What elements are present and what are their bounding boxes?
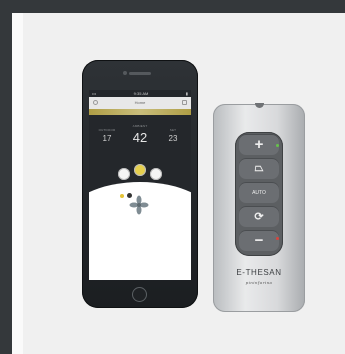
remote-keypad: + ⏢ AUTO ⟳ − [235,132,283,256]
fan-icon [129,195,149,215]
temp-value: 17 [102,134,112,143]
temp-label: SET [169,128,177,132]
remote-control: + ⏢ AUTO ⟳ − E-THESAN pininfarina [213,103,305,312]
temp-label: OUTDOOR [98,128,116,132]
temp-value: 42 [132,130,148,145]
temp-label: AMBIENT [132,124,148,128]
remote-notch [255,103,264,108]
left-frame-bar [0,13,12,354]
phone-camera [123,71,127,75]
product-image: ••• 9:35 AM ▮ Home OUTDOOR 17 AMBIENT 42 [23,13,345,354]
smartphone: ••• 9:35 AM ▮ Home OUTDOOR 17 AMBIENT 42 [82,60,198,308]
status-bar: ••• 9:35 AM ▮ [89,90,191,97]
phone-earpiece [129,72,151,75]
indicator-dot [120,194,124,198]
mode-buttons [89,162,191,184]
auto-button[interactable]: AUTO [239,182,279,203]
top-frame-bar [0,0,345,13]
phone-screen: ••• 9:35 AM ▮ Home OUTDOOR 17 AMBIENT 42 [89,90,191,280]
frame-gap [12,13,23,354]
mode-button-auto[interactable] [134,164,146,176]
brand-logo: E-THESAN [236,268,282,277]
settings-icon[interactable] [182,100,187,105]
brand-tagline: pininfarina [245,280,273,285]
temp-ambient: AMBIENT 42 [125,124,155,145]
power-led-green [276,144,279,147]
status-led-red [276,237,279,240]
mode-button[interactable]: ⏢ [239,158,279,179]
mode-button-cool[interactable] [150,168,162,180]
app-title: Home [134,100,146,105]
battery-icon: ▮ [185,91,188,96]
temperature-readouts: OUTDOOR 17 AMBIENT 42 SET 23 [89,120,191,160]
mode-button-heat[interactable] [118,168,130,180]
accent-glow [89,109,191,115]
temp-outdoor: OUTDOOR 17 [92,128,122,143]
app-header: Home [89,97,191,109]
home-button[interactable] [132,287,147,302]
temp-set: SET 23 [158,128,188,143]
swing-button[interactable]: ⟳ [239,206,279,227]
temp-value: 23 [168,134,178,143]
signal-indicator: ••• [92,91,97,96]
plus-button[interactable]: + [239,134,279,155]
minus-button[interactable]: − [239,230,279,251]
status-time: 9:35 AM [133,91,149,96]
